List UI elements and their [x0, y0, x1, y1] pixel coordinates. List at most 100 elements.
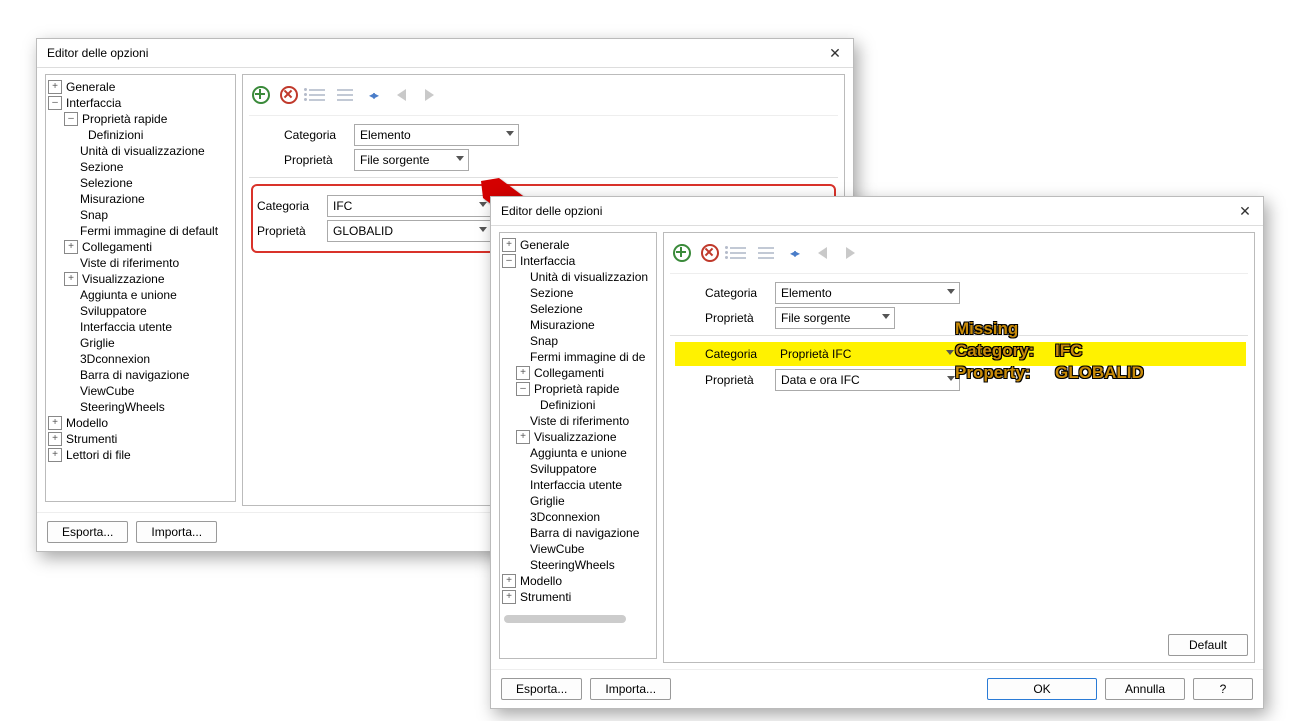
- tree-snap[interactable]: Snap: [530, 333, 558, 349]
- tree-barra[interactable]: Barra di navigazione: [80, 367, 189, 383]
- tree-aggiunta[interactable]: Aggiunta e unione: [530, 445, 627, 461]
- tree-viewcube[interactable]: ViewCube: [530, 541, 584, 557]
- tree-selezione[interactable]: Selezione: [530, 301, 583, 317]
- tree-griglie[interactable]: Griglie: [530, 493, 565, 509]
- esporta-button[interactable]: Esporta...: [47, 521, 128, 543]
- tree-fermi[interactable]: Fermi immagine di default: [80, 223, 218, 239]
- tree-snap[interactable]: Snap: [80, 207, 108, 223]
- proprieta3-combo[interactable]: File sorgente: [775, 307, 895, 329]
- tree-definizioni[interactable]: Definizioni: [88, 127, 143, 143]
- tree-collegamenti[interactable]: Collegamenti: [534, 365, 604, 381]
- list1-button[interactable]: [726, 241, 750, 265]
- titlebar-front: Editor delle opzioni ✕: [491, 197, 1263, 226]
- plus-circle-icon: [673, 244, 691, 262]
- tree-proprieta-rapide[interactable]: Proprietà rapide: [82, 111, 167, 127]
- chevron-down-icon: [479, 202, 487, 207]
- default-button[interactable]: Default: [1168, 634, 1248, 656]
- tree-sezione[interactable]: Sezione: [80, 159, 123, 175]
- link-arrows-icon: ◂▸: [790, 246, 798, 260]
- tree-modello[interactable]: Modello: [66, 415, 108, 431]
- tree-interfaccia[interactable]: Interfaccia: [520, 253, 575, 269]
- tree-utente[interactable]: Interfaccia utente: [80, 319, 172, 335]
- next-button[interactable]: [838, 241, 862, 265]
- proprieta1-combo[interactable]: File sorgente: [354, 149, 469, 171]
- tree-misurazione[interactable]: Misurazione: [80, 191, 145, 207]
- prev-button[interactable]: [389, 83, 413, 107]
- tree-unita[interactable]: Unità di visualizzazion: [530, 269, 648, 285]
- categoria2-combo[interactable]: IFC: [327, 195, 492, 217]
- tree-proprieta-rapide[interactable]: Proprietà rapide: [534, 381, 619, 397]
- annotation-category-key: Category:: [955, 340, 1055, 362]
- tree-back[interactable]: +Generale –Interfaccia –Proprietà rapide…: [45, 74, 236, 502]
- next-button[interactable]: [417, 83, 441, 107]
- tree-utente[interactable]: Interfaccia utente: [530, 477, 622, 493]
- tree-barra[interactable]: Barra di navigazione: [530, 525, 639, 541]
- tree-modello[interactable]: Modello: [520, 573, 562, 589]
- list2-button[interactable]: [333, 83, 357, 107]
- categoria-label-4: Categoria: [705, 347, 765, 361]
- tree-steering[interactable]: SteeringWheels: [530, 557, 615, 573]
- tree-interfaccia[interactable]: Interfaccia: [66, 95, 121, 111]
- proprieta4-combo[interactable]: Data e ora IFC: [775, 369, 960, 391]
- categoria3-combo[interactable]: Elemento: [775, 282, 960, 304]
- tree-front[interactable]: +Generale –Interfaccia Unità di visualiz…: [499, 232, 657, 659]
- list2-button[interactable]: [754, 241, 778, 265]
- tree-aggiunta[interactable]: Aggiunta e unione: [80, 287, 177, 303]
- tree-3d[interactable]: 3Dconnexion: [80, 351, 150, 367]
- tree-generale[interactable]: Generale: [66, 79, 115, 95]
- tree-sezione[interactable]: Sezione: [530, 285, 573, 301]
- tree-visualizzazione[interactable]: Visualizzazione: [82, 271, 165, 287]
- link-button[interactable]: ◂▸: [782, 241, 806, 265]
- triangle-right-icon: [425, 89, 434, 101]
- main-front: ◂▸ Categoria Elemento Proprietà File sor…: [663, 232, 1255, 663]
- importa-button[interactable]: Importa...: [136, 521, 217, 543]
- lines-icon: [337, 88, 353, 102]
- help-button[interactable]: ?: [1193, 678, 1253, 700]
- tree-generale[interactable]: Generale: [520, 237, 569, 253]
- tree-viste[interactable]: Viste di riferimento: [530, 413, 629, 429]
- annulla-button[interactable]: Annulla: [1105, 678, 1185, 700]
- tree-unita[interactable]: Unità di visualizzazione: [80, 143, 205, 159]
- tree-visualizzazione[interactable]: Visualizzazione: [534, 429, 617, 445]
- tree-collegamenti[interactable]: Collegamenti: [82, 239, 152, 255]
- tree-3d[interactable]: 3Dconnexion: [530, 509, 600, 525]
- close-icon[interactable]: ✕: [823, 41, 847, 65]
- window-title: Editor delle opzioni: [47, 46, 148, 60]
- categoria1-combo[interactable]: Elemento: [354, 124, 519, 146]
- link-arrows-icon: ◂▸: [369, 88, 377, 102]
- chevron-down-icon: [946, 350, 954, 355]
- proprieta2-combo[interactable]: GLOBALID: [327, 220, 492, 242]
- tree-strumenti[interactable]: Strumenti: [66, 431, 117, 447]
- tree-lettori[interactable]: Lettori di file: [66, 447, 131, 463]
- categoria4-combo[interactable]: Proprietà IFC: [775, 344, 958, 364]
- tree-fermi[interactable]: Fermi immagine di de: [530, 349, 645, 365]
- tree-griglie[interactable]: Griglie: [80, 335, 115, 351]
- list1-button[interactable]: [305, 83, 329, 107]
- importa-button[interactable]: Importa...: [590, 678, 671, 700]
- toolbar-front: ◂▸: [670, 239, 1248, 274]
- ok-button[interactable]: OK: [987, 678, 1097, 700]
- tree-sviluppatore[interactable]: Sviluppatore: [530, 461, 597, 477]
- footer-front: Esporta... Importa... OK Annulla ?: [491, 669, 1263, 708]
- delete-button[interactable]: [277, 83, 301, 107]
- add-button[interactable]: [249, 83, 273, 107]
- tree-viste[interactable]: Viste di riferimento: [80, 255, 179, 271]
- tree-viewcube[interactable]: ViewCube: [80, 383, 134, 399]
- tree-sviluppatore[interactable]: Sviluppatore: [80, 303, 147, 319]
- tree-selezione[interactable]: Selezione: [80, 175, 133, 191]
- link-button[interactable]: ◂▸: [361, 83, 385, 107]
- prev-button[interactable]: [810, 241, 834, 265]
- tree-misurazione[interactable]: Misurazione: [530, 317, 595, 333]
- scrollbar-thumb[interactable]: [504, 615, 626, 623]
- titlebar-back: Editor delle opzioni ✕: [37, 39, 853, 68]
- tree-steering[interactable]: SteeringWheels: [80, 399, 165, 415]
- tree-strumenti[interactable]: Strumenti: [520, 589, 571, 605]
- delete-button[interactable]: [698, 241, 722, 265]
- esporta-button[interactable]: Esporta...: [501, 678, 582, 700]
- categoria-label: Categoria: [284, 128, 344, 142]
- tree-definizioni[interactable]: Definizioni: [540, 397, 595, 413]
- list-icon: [309, 88, 325, 102]
- add-button[interactable]: [670, 241, 694, 265]
- close-icon[interactable]: ✕: [1233, 199, 1257, 223]
- chevron-down-icon: [479, 227, 487, 232]
